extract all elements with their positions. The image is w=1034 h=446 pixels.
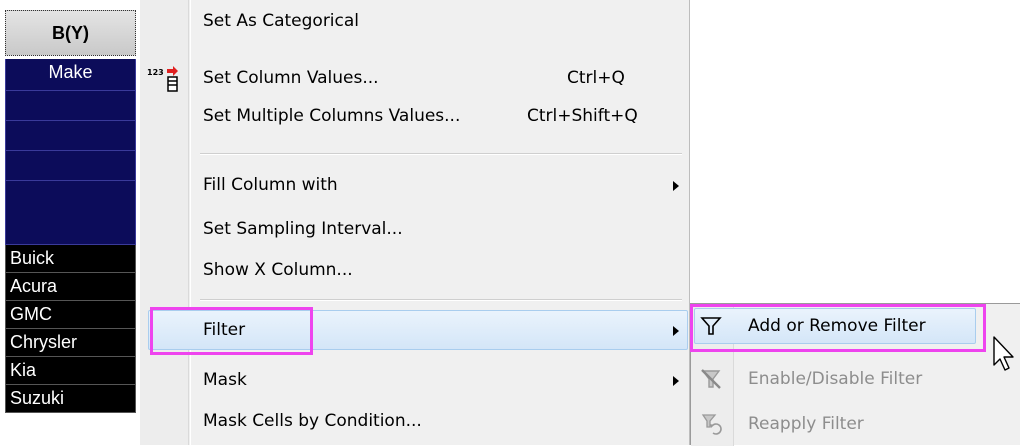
- data-cell[interactable]: Buick: [5, 245, 136, 273]
- menu-item-set-sampling-interval[interactable]: Set Sampling Interval...: [140, 212, 689, 246]
- menu-item-mask[interactable]: Mask: [140, 363, 689, 397]
- menu-item-set-multiple-columns-values[interactable]: Set Multiple Columns Values... Ctrl+Shif…: [140, 99, 689, 133]
- long-name-cell[interactable]: Make: [5, 59, 136, 91]
- menu-item-label: Set Sampling Interval...: [203, 219, 403, 239]
- data-cell[interactable]: Suzuki: [5, 385, 136, 413]
- submenu-item-enable-disable-filter[interactable]: Enable/Disable Filter: [691, 361, 1021, 397]
- menu-item-label: Fill Column with: [203, 175, 338, 195]
- header-cell[interactable]: [5, 121, 136, 151]
- menu-item-label: Set Column Values...: [203, 68, 379, 88]
- menu-item-label: Mask Cells by Condition...: [203, 411, 422, 431]
- menu-item-set-column-values[interactable]: Set Column Values... Ctrl+Q: [140, 61, 689, 95]
- add-filter-annotation-box: [690, 304, 986, 352]
- data-cell[interactable]: Chrysler: [5, 329, 136, 357]
- header-cell[interactable]: [5, 91, 136, 121]
- mouse-pointer-icon: [993, 336, 1014, 371]
- disable-filter-icon: [701, 369, 721, 389]
- submenu-item-label: Reapply Filter: [748, 414, 864, 434]
- menu-item-show-x-column[interactable]: Show X Column...: [140, 253, 689, 287]
- menu-item-set-as-categorical[interactable]: Set As Categorical: [140, 4, 689, 38]
- menu-item-label: Set Multiple Columns Values...: [203, 106, 461, 126]
- data-cell[interactable]: Kia: [5, 357, 136, 385]
- submenu-arrow-icon: [673, 376, 679, 386]
- menu-item-label: Mask: [203, 370, 247, 390]
- menu-item-fill-column-with[interactable]: Fill Column with: [140, 168, 689, 202]
- worksheet-column: B(Y) Make Buick Acura GMC Chrysler Kia S…: [0, 0, 140, 445]
- submenu-arrow-icon: [673, 326, 679, 336]
- menu-item-label: Set As Categorical: [203, 11, 360, 31]
- reapply-filter-icon: [701, 414, 722, 435]
- menu-item-label: Show X Column...: [203, 260, 353, 280]
- submenu-arrow-icon: [673, 181, 679, 191]
- column-header[interactable]: B(Y): [5, 10, 136, 56]
- menu-item-shortcut: Ctrl+Q: [567, 68, 625, 88]
- filter-annotation-box: [150, 307, 313, 355]
- data-cell[interactable]: GMC: [5, 301, 136, 329]
- menu-separator: [200, 153, 682, 155]
- data-cell[interactable]: Acura: [5, 273, 136, 301]
- submenu-item-reapply-filter[interactable]: Reapply Filter: [691, 406, 1021, 442]
- menu-separator: [200, 299, 682, 301]
- header-cell[interactable]: [5, 151, 136, 181]
- menu-item-mask-cells-by-condition[interactable]: Mask Cells by Condition...: [140, 404, 689, 438]
- column-cells: Make Buick Acura GMC Chrysler Kia Suzuki: [5, 59, 136, 413]
- submenu-item-label: Enable/Disable Filter: [748, 369, 923, 389]
- header-cell[interactable]: [5, 181, 136, 245]
- menu-item-shortcut: Ctrl+Shift+Q: [527, 106, 638, 126]
